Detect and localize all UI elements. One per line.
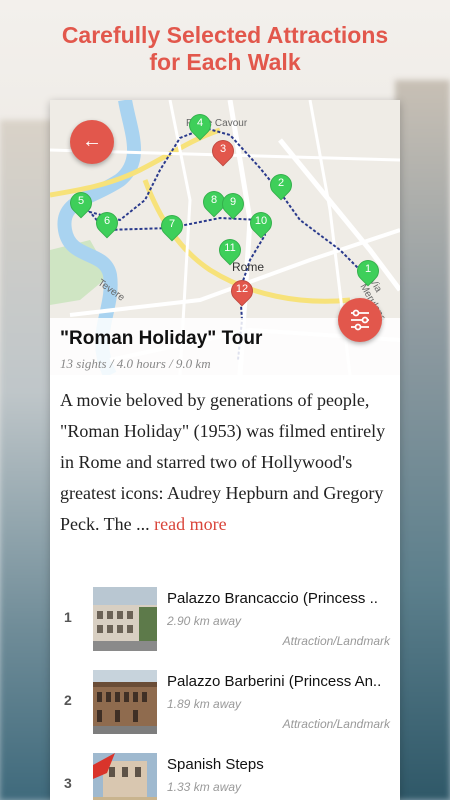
list-item[interactable]: 1 Palazzo Brancaccio (Princess .. 2.90 k… xyxy=(50,580,400,663)
tour-meta: 13 sights / 4.0 hours / 9.0 km xyxy=(60,356,211,371)
map-pin-3[interactable]: 3 xyxy=(207,135,239,170)
sight-name: Palazzo Brancaccio (Princess .. xyxy=(167,590,378,607)
description-text: A movie beloved by generations of people… xyxy=(60,390,386,534)
sights-list: 1 Palazzo Brancaccio (Princess .. 2.90 k… xyxy=(50,580,400,800)
map-pin-12[interactable]: 12 xyxy=(226,275,258,310)
tour-title: "Roman Holiday" Tour xyxy=(60,328,263,349)
headline-line-2: for Each Walk xyxy=(149,49,301,75)
arrow-left-icon: ← xyxy=(82,130,102,152)
sight-distance: 1.33 km away xyxy=(167,780,242,794)
map-pin-10[interactable]: 10 xyxy=(245,207,277,242)
tour-card: Ponte Cavour Rome Tevere Via Merulana 1 … xyxy=(50,100,400,800)
sliders-icon xyxy=(351,309,369,331)
sight-index: 3 xyxy=(64,775,72,791)
filter-button[interactable] xyxy=(338,298,382,342)
read-more-link[interactable]: read more xyxy=(154,514,226,534)
map-pin-9[interactable]: 9 xyxy=(217,188,249,223)
map-pin-5[interactable]: 5 xyxy=(65,187,97,222)
tour-description: A movie beloved by generations of people… xyxy=(60,385,390,540)
promo-headline: Carefully Selected Attractions for Each … xyxy=(0,22,450,76)
list-item[interactable]: 3 Spanish Steps 1.33 km away xyxy=(50,746,400,800)
sight-distance: 2.90 km away xyxy=(167,614,242,628)
sight-index: 1 xyxy=(64,609,72,625)
map-pin-2[interactable]: 2 xyxy=(265,169,297,204)
list-item[interactable]: 2 Palazzo Barberini (Princess An.. 1.89 … xyxy=(50,663,400,746)
sight-index: 2 xyxy=(64,692,72,708)
map-pin-6[interactable]: 6 xyxy=(91,207,123,242)
sight-name: Palazzo Barberini (Princess An.. xyxy=(167,673,382,690)
back-button[interactable]: ← xyxy=(70,120,114,164)
sight-distance: 1.89 km away xyxy=(167,697,242,711)
sight-name: Spanish Steps xyxy=(167,756,264,773)
headline-line-1: Carefully Selected Attractions xyxy=(61,22,389,48)
map-pin-11[interactable]: 11 xyxy=(214,234,246,269)
background-blur-right xyxy=(395,80,450,800)
map-pin-4[interactable]: 4 xyxy=(184,109,216,144)
sight-category: Attraction/Landmark xyxy=(282,717,390,731)
map-pin-7[interactable]: 7 xyxy=(156,210,188,245)
sight-thumbnail xyxy=(93,670,157,734)
sight-category: Attraction/Landmark xyxy=(282,634,390,648)
sight-thumbnail xyxy=(93,753,157,800)
map-pin-1[interactable]: 1 xyxy=(352,255,384,290)
sight-thumbnail xyxy=(93,587,157,651)
